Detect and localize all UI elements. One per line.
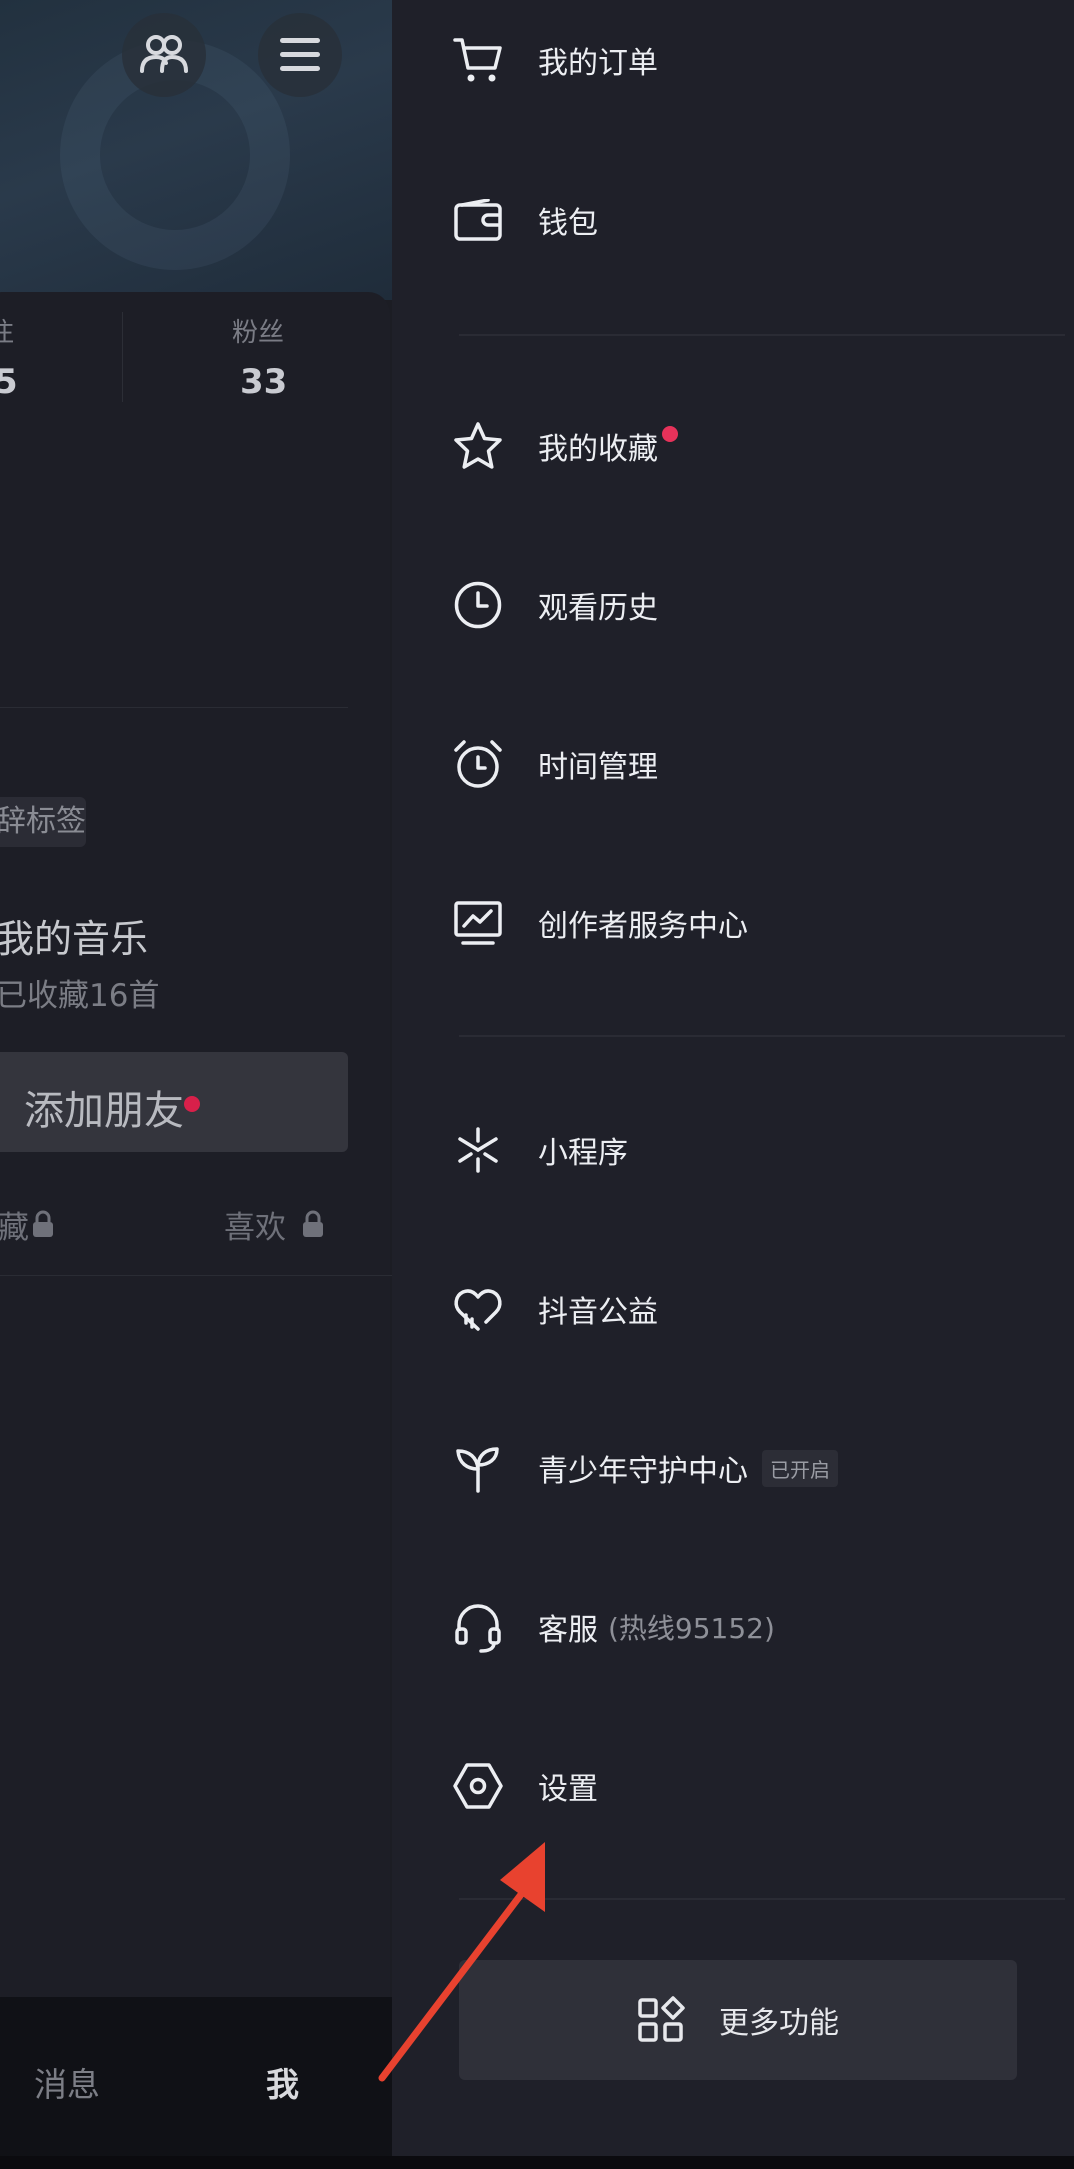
status-badge: 已开启 [762,1449,838,1487]
menu-item-favorites[interactable]: 我的收藏 [432,406,1032,486]
charity-heart-icon [450,1281,506,1337]
star-icon [450,418,506,474]
screen-bottom-edge [0,2156,1074,2169]
add-friend-button[interactable]: 添加朋友 [0,1052,348,1152]
alarm-clock-icon [450,736,506,792]
following-count[interactable]: 5 [0,362,18,402]
annotation-arrow [378,1842,545,2082]
tab-likes[interactable]: 喜欢 [224,1202,286,1247]
cart-icon [450,32,506,88]
menu-item-creator-center[interactable]: 创作者服务中心 [432,883,1032,963]
menu-item-youth-protection[interactable]: 青少年守护中心 已开启 [432,1428,1032,1508]
music-title[interactable]: 我的音乐 [0,908,148,963]
profile-page-dimmed: 注 5 粉丝 33 辞标签 我的音乐 已收藏16首 添加朋友 藏 喜欢 消息 我 [0,0,392,2169]
menu-item-mini-programs[interactable]: 小程序 [432,1110,1032,1190]
menu-item-watch-history[interactable]: 观看历史 [432,565,1032,645]
menu-item-customer-service[interactable]: 客服 (热线95152) [432,1587,1032,1667]
menu-label: 小程序 [538,1136,628,1171]
friends-icon [140,35,188,73]
nav-messages[interactable]: 消息 [34,2058,100,2106]
menu-label: 观看历史 [538,591,658,626]
menu-item-orders[interactable]: 我的订单 [432,20,1032,100]
menu-item-charity[interactable]: 抖音公益 [432,1269,1032,1349]
headset-icon [450,1599,506,1655]
mini-program-icon [450,1122,506,1178]
stats-divider [122,312,123,402]
friends-button[interactable] [122,13,206,97]
section-divider [459,1035,1065,1037]
menu-label: 设置 [538,1772,598,1807]
menu-label: 抖音公益 [538,1295,658,1330]
tab-favorites[interactable]: 藏 [0,1202,29,1247]
menu-label: 钱包 [538,206,598,241]
lock-icon [33,1210,53,1237]
lock-icon [303,1210,323,1237]
hamburger-menu-icon [280,38,320,71]
menu-label: 青少年守护中心 [538,1454,748,1489]
menu-label: 时间管理 [538,750,658,785]
more-features-label: 更多功能 [719,2006,839,2041]
chart-monitor-icon [450,895,506,951]
menu-label: 客服 [538,1613,598,1648]
following-label: 注 [0,318,15,348]
menu-label: 我的订单 [538,46,658,81]
menu-item-wallet[interactable]: 钱包 [432,180,1032,260]
tag-chip[interactable]: 辞标签 [0,797,86,847]
menu-item-time-management[interactable]: 时间管理 [432,724,1032,804]
sprout-icon [450,1440,506,1496]
clock-icon [450,577,506,633]
menu-button[interactable] [258,13,342,97]
hotline-number: (热线95152) [608,1612,775,1645]
add-friend-label: 添加朋友 [24,1088,184,1134]
grid-apps-icon [638,1996,685,2042]
profile-divider [0,707,348,708]
followers-label: 粉丝 [232,318,285,348]
section-divider [459,334,1065,336]
followers-count[interactable]: 33 [240,362,287,402]
tabs-divider [0,1275,392,1276]
wallet-icon [450,192,506,248]
menu-label: 我的收藏 [538,432,658,467]
menu-item-settings[interactable]: 设置 [432,1746,1032,1826]
menu-label: 创作者服务中心 [538,909,748,944]
notification-dot [184,1096,200,1112]
music-subtitle: 已收藏16首 [0,978,160,1014]
nav-me[interactable]: 我 [266,2058,299,2106]
settings-hexagon-icon [450,1758,506,1814]
notification-dot [662,426,678,442]
